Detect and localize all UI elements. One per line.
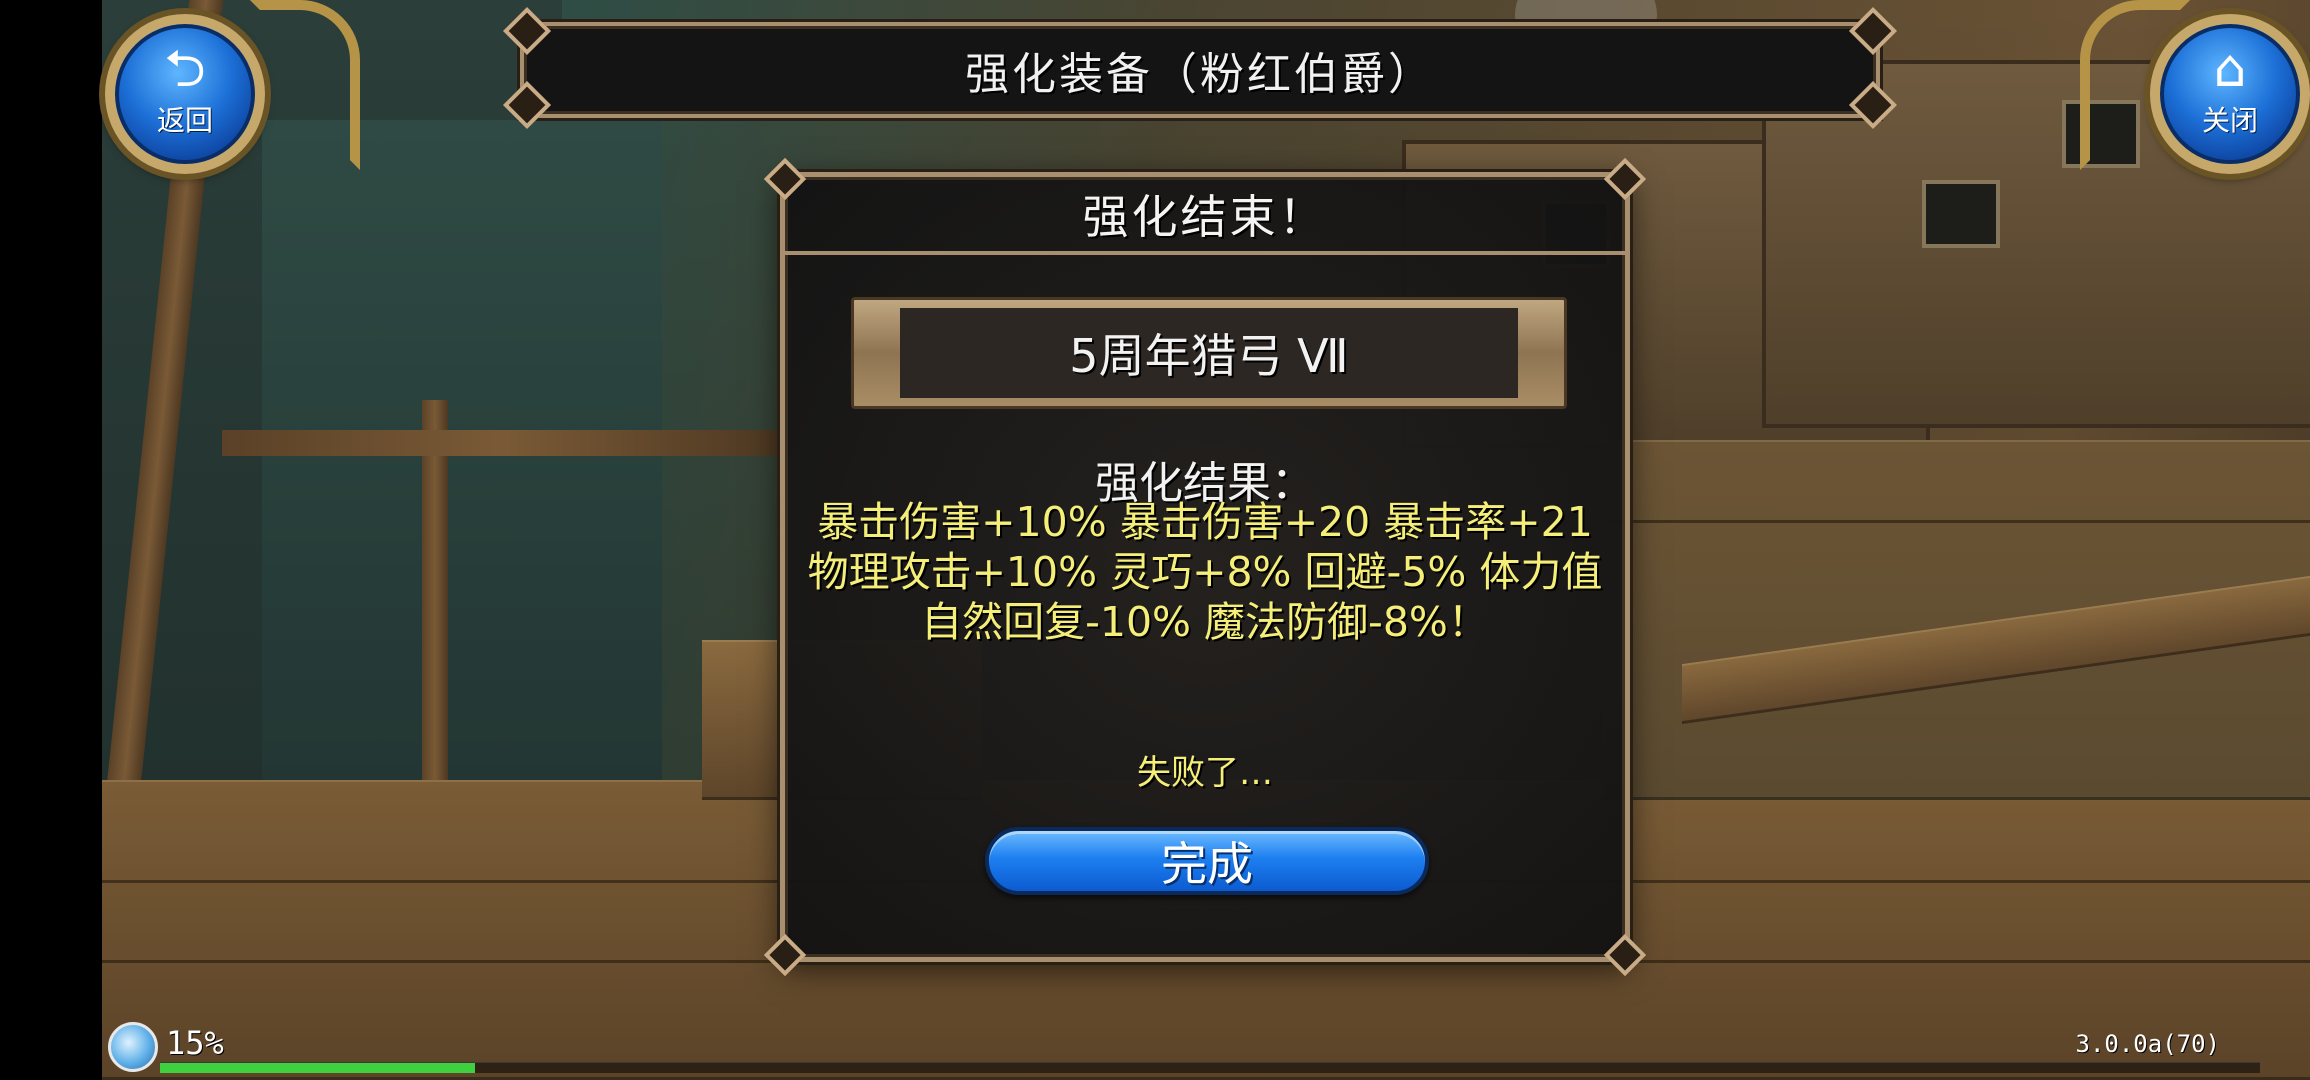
back-arrow-icon: ⮌ [164, 39, 206, 99]
result-text: 暴击伤害+10% 暴击伤害+20 暴击率+21 物理攻击+10% 灵巧+8% 回… [807, 498, 1603, 646]
back-button[interactable]: ⮌ 返回 [105, 14, 265, 174]
done-button-label: 完成 [1161, 837, 1253, 891]
download-progress-fill [160, 1063, 475, 1073]
dialog-header: 强化结束！ [785, 177, 1625, 255]
item-name: 5周年猎弓 Ⅶ [1069, 329, 1349, 383]
enhance-result-dialog: 强化结束！ 5周年猎弓 Ⅶ 强化结果： 暴击伤害+10% 暴击伤害+20 暴击率… [780, 172, 1630, 962]
loading-icon [108, 1022, 158, 1072]
home-icon: ⌂ [2213, 39, 2247, 99]
close-button[interactable]: ⌂ 关闭 [2150, 14, 2310, 174]
item-name-box: 5周年猎弓 Ⅶ [851, 297, 1567, 409]
done-button[interactable]: 完成 [985, 827, 1429, 895]
scene-beam [222, 430, 782, 456]
back-button-ornament [250, 0, 360, 170]
download-progress-bar [160, 1062, 2260, 1073]
scene-floor-line [1602, 520, 2310, 523]
screen-title-bar: 强化装备（粉红伯爵） [520, 22, 1880, 118]
screen-title: 强化装备（粉红伯爵） [965, 49, 1435, 100]
close-button-label: 关闭 [2201, 104, 2258, 137]
item-name-inner: 5周年猎弓 Ⅶ [900, 308, 1518, 398]
version-label: 3.0.0a(70) [2075, 1030, 2221, 1058]
back-button-label: 返回 [156, 104, 213, 137]
scene-wall [262, 120, 662, 820]
scene-window [1922, 180, 2000, 248]
load-percent: 15% [166, 1024, 224, 1062]
dialog-title: 强化结束！ [1082, 190, 1328, 244]
enhance-status: 失败了… [1137, 753, 1273, 793]
